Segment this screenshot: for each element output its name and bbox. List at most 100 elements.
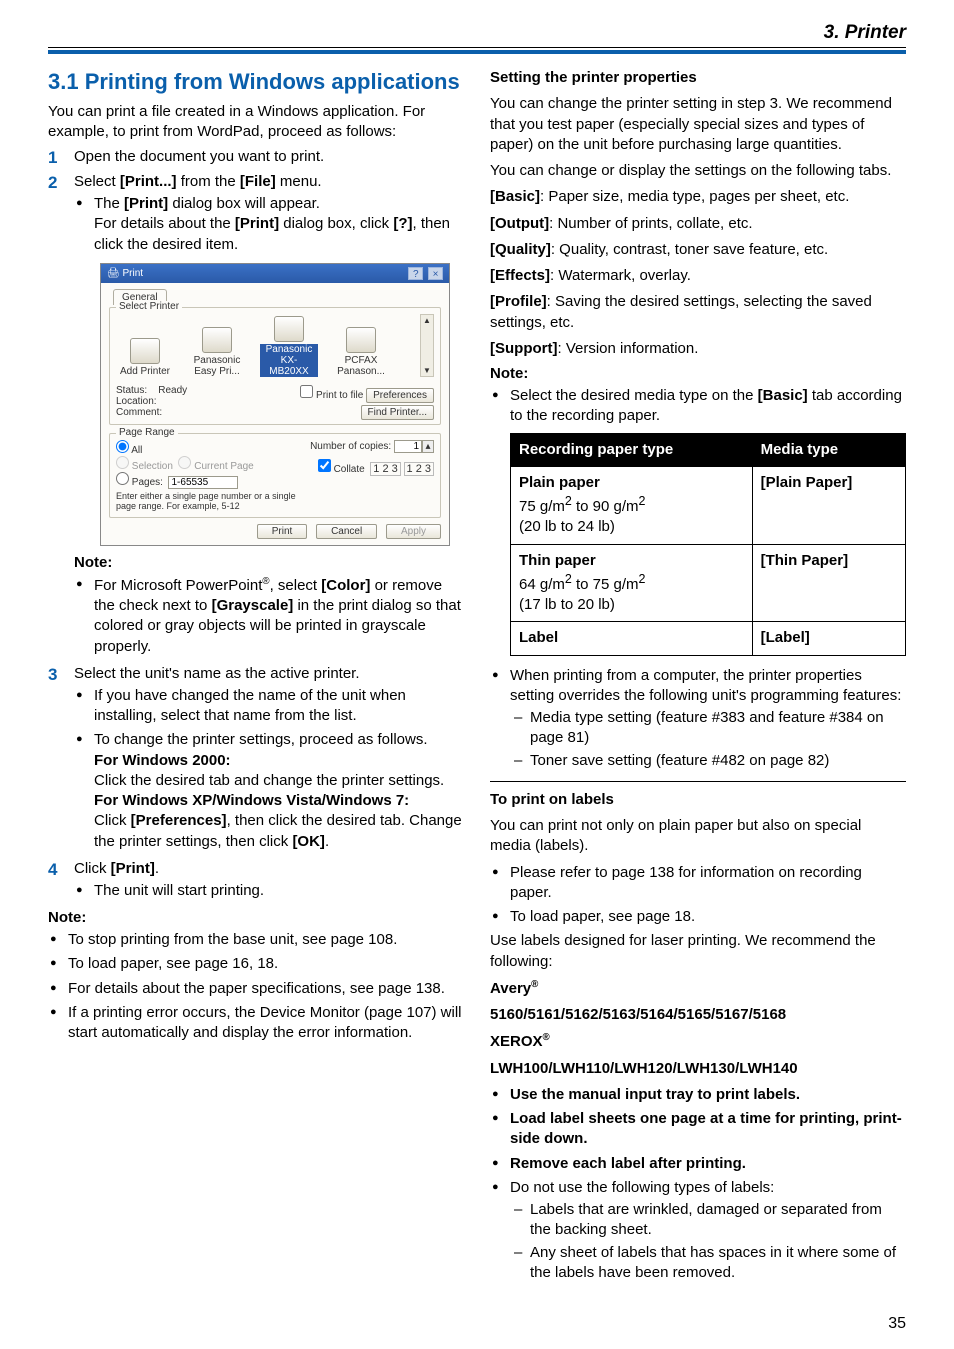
- apply-button: Apply: [386, 524, 441, 539]
- note-2-label: Note:: [48, 909, 464, 926]
- printer-kx[interactable]: Panasonic KX-MB20XX: [260, 314, 318, 377]
- step-3-bullet-1: If you have changed the name of the unit…: [74, 686, 464, 727]
- dialog-titlebar: Print ? ×: [101, 264, 449, 283]
- print-to-file-checkbox[interactable]: [300, 385, 313, 398]
- labels-heading: To print on labels: [490, 790, 906, 810]
- step-3-bullet-2: To change the printer settings, proceed …: [74, 730, 464, 852]
- steps-list: Open the document you want to print. Sel…: [48, 148, 464, 901]
- final-b4: Do not use the following types of labels…: [490, 1178, 906, 1283]
- note-1-bullet: For Microsoft PowerPoint®, select [Color…: [74, 575, 464, 657]
- override-dash-2: Toner save setting (feature #482 on page…: [510, 751, 906, 771]
- th-recording: Recording paper type: [511, 433, 753, 466]
- properties-p1: You can change the printer setting in st…: [490, 94, 906, 155]
- help-icon[interactable]: ?: [408, 267, 423, 280]
- note-2-b1: To stop printing from the base unit, see…: [48, 930, 464, 950]
- printer-easy[interactable]: Panasonic Easy Pri...: [188, 325, 246, 377]
- page-number: 35: [888, 1315, 906, 1333]
- labels-p1: You can print not only on plain paper bu…: [490, 816, 906, 857]
- step-3: Select the unit's name as the active pri…: [48, 665, 464, 852]
- note-3-bullet: Select the desired media type on the [Ba…: [490, 386, 906, 656]
- winxp-text: Click [Preferences], then click the desi…: [94, 812, 462, 849]
- td-label-media: [Label]: [752, 622, 905, 655]
- printer-scrollbar[interactable]: ▲▼: [420, 314, 434, 377]
- collate-checkbox[interactable]: [318, 459, 331, 472]
- step-4-text: Click [Print].: [74, 860, 159, 877]
- note-2-b3: For details about the paper specificatio…: [48, 979, 464, 999]
- td-plain-media: [Plain Paper]: [752, 466, 905, 544]
- td-label: Label: [511, 622, 753, 655]
- left-column: 3.1 Printing from Windows applications Y…: [48, 68, 464, 1287]
- step-1-text: Open the document you want to print.: [74, 148, 324, 165]
- status-block: Status: Ready Location: Comment:: [116, 385, 187, 418]
- th-media: Media type: [752, 433, 905, 466]
- range-selection-radio: [116, 456, 129, 469]
- pref-block: Print to file Preferences Find Printer..…: [300, 385, 434, 418]
- final-b2: Load label sheets one page at a time for…: [490, 1109, 906, 1150]
- right-column: Setting the printer properties You can c…: [490, 68, 906, 1287]
- final-b3: Remove each label after printing.: [490, 1154, 906, 1174]
- cancel-button[interactable]: Cancel: [316, 524, 377, 539]
- section-title: 3.1 Printing from Windows applications: [48, 68, 464, 96]
- labels-p2: Use labels designed for laser printing. …: [490, 931, 906, 972]
- page-range-legend: Page Range: [116, 427, 178, 438]
- tab-support: [Support]: Version information.: [490, 339, 906, 359]
- properties-p2: You can change or display the settings o…: [490, 161, 906, 181]
- note-1-label: Note:: [74, 554, 464, 571]
- find-printer-button[interactable]: Find Printer...: [361, 405, 434, 420]
- td-thin: Thin paper64 g/m2 to 75 g/m2(17 lb to 20…: [511, 544, 753, 622]
- tab-effects: [Effects]: Watermark, overlay.: [490, 266, 906, 286]
- range-pages-radio[interactable]: [116, 472, 129, 485]
- properties-heading: Setting the printer properties: [490, 68, 906, 88]
- rule-thick: [48, 50, 906, 54]
- printer-pcfax[interactable]: PCFAX Panason...: [332, 325, 390, 377]
- xerox-heading: XEROX®: [490, 1031, 906, 1052]
- print-button[interactable]: Print: [257, 524, 308, 539]
- close-icon[interactable]: ×: [428, 267, 443, 280]
- separator: [490, 781, 906, 782]
- step-2: Select [Print...] from the [File] menu. …: [48, 173, 464, 657]
- page: 3. Printer 3.1 Printing from Windows app…: [0, 0, 954, 1349]
- tab-quality: [Quality]: Quality, contrast, toner save…: [490, 240, 906, 260]
- printer-add[interactable]: Add Printer: [116, 336, 174, 377]
- intro-text: You can print a file created in a Window…: [48, 102, 464, 143]
- tab-profile: [Profile]: Saving the desired settings, …: [490, 292, 906, 333]
- copies-spinner[interactable]: ▴: [422, 440, 434, 453]
- win2000-text: Click the desired tab and change the pri…: [94, 772, 444, 789]
- preferences-button[interactable]: Preferences: [366, 388, 434, 403]
- step-2-bullet: The [Print] dialog box will appear.For d…: [74, 194, 464, 255]
- td-plain: Plain paper75 g/m2 to 90 g/m2(20 lb to 2…: [511, 466, 753, 544]
- printer-list[interactable]: Add Printer Panasonic Easy Pri... Panaso…: [116, 314, 390, 377]
- labels-b1: Please refer to page 138 for information…: [490, 863, 906, 904]
- note-2-list: To stop printing from the base unit, see…: [48, 930, 464, 1043]
- final-dash-1: Labels that are wrinkled, damaged or sep…: [510, 1200, 906, 1241]
- dialog-footer: Print Cancel Apply: [109, 526, 441, 537]
- avery-heading: Avery®: [490, 978, 906, 999]
- dialog-window-buttons: ? ×: [406, 267, 443, 280]
- step-1: Open the document you want to print.: [48, 148, 464, 165]
- td-thin-media: [Thin Paper]: [752, 544, 905, 622]
- xerox-numbers: LWH100/LWH110/LWH120/LWH130/LWH140: [490, 1059, 906, 1079]
- range-current-radio: [178, 456, 191, 469]
- tab-output: [Output]: Number of prints, collate, etc…: [490, 214, 906, 234]
- print-dialog: Print ? × General Select Printer: [100, 263, 450, 546]
- win2000-heading: For Windows 2000:: [94, 752, 231, 769]
- note-3-label: Note:: [490, 365, 906, 382]
- final-b1: Use the manual input tray to print label…: [490, 1085, 906, 1105]
- copies-input[interactable]: [394, 440, 422, 453]
- override-dash-1: Media type setting (feature #383 and fea…: [510, 708, 906, 749]
- step-2-text: Select [Print...] from the [File] menu.: [74, 173, 322, 190]
- select-printer-group: Select Printer Add Printer Panasonic Eas…: [109, 307, 441, 425]
- dialog-body: General Select Printer Add Printer Panas…: [101, 283, 449, 545]
- range-all-radio[interactable]: [116, 440, 129, 453]
- avery-numbers: 5160/5161/5162/5163/5164/5165/5167/5168: [490, 1005, 906, 1025]
- columns: 3.1 Printing from Windows applications Y…: [48, 68, 906, 1287]
- step-4-bullet: The unit will start printing.: [74, 881, 464, 901]
- step-3-text: Select the unit's name as the active pri…: [74, 665, 360, 682]
- rule-thin: [48, 47, 906, 48]
- page-range-group: Page Range All Selection Current Page Pa…: [109, 433, 441, 518]
- override-bullet: When printing from a computer, the print…: [490, 666, 906, 771]
- range-pages-input[interactable]: [168, 476, 238, 489]
- tab-basic: [Basic]: Paper size, media type, pages p…: [490, 187, 906, 207]
- final-dash-2: Any sheet of labels that has spaces in i…: [510, 1243, 906, 1284]
- note-2-b4: If a printing error occurs, the Device M…: [48, 1003, 464, 1044]
